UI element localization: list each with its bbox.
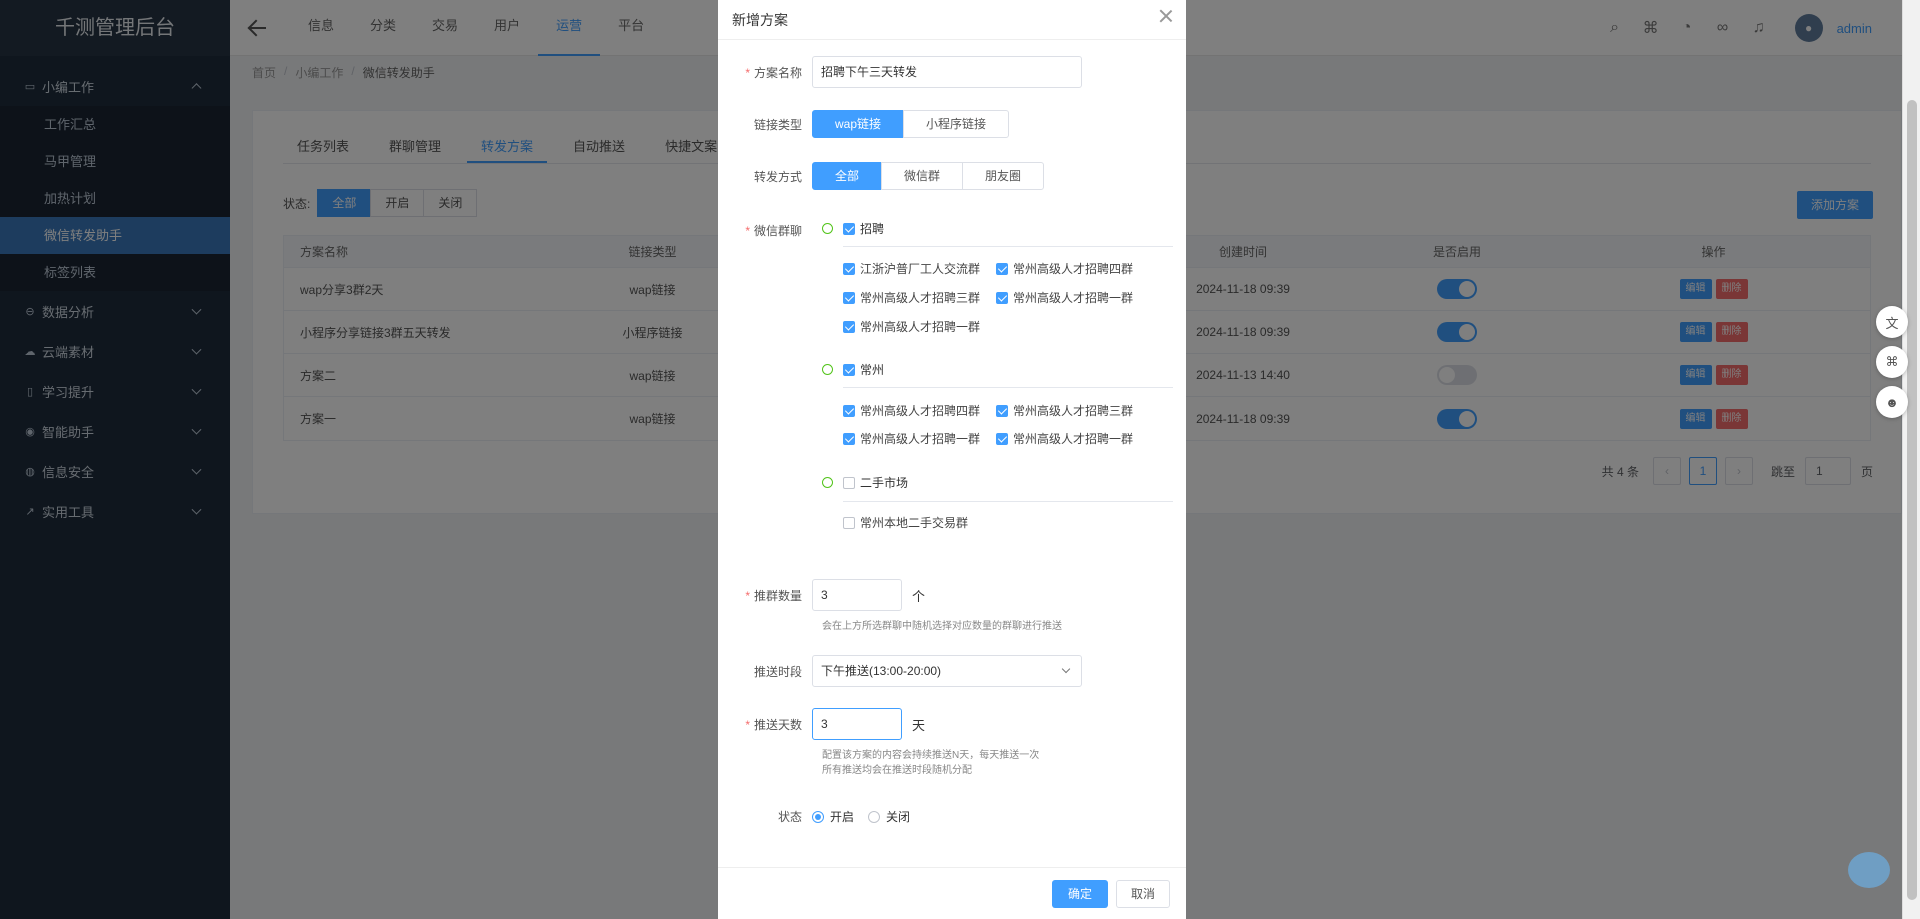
leaf-label: 常州高级人才招聘四群 — [1013, 262, 1134, 276]
status-label: 状态 — [777, 810, 802, 824]
link-type-wap[interactable]: wap链接 — [812, 110, 905, 138]
push-days-input[interactable]: 3 — [812, 708, 902, 740]
leaf-checkbox[interactable] — [843, 320, 855, 333]
link-type-miniprogram[interactable]: 小程序链接 — [903, 110, 1010, 138]
plan-name-label: * 方案名称 — [745, 65, 802, 80]
push-days-unit: 天 — [912, 717, 926, 733]
confirm-button[interactable]: 确定 — [1051, 880, 1108, 908]
forward-mode-label: 转发方式 — [753, 169, 802, 184]
tree-leaf[interactable]: 常州高级人才招聘四群 — [996, 260, 1133, 277]
push-period-row: 推送时段 下午推送(13:00-20:00) — [718, 655, 1082, 687]
add-plan-dialog: 新增方案 * 方案名称 招聘下午三天转发 链接类型 wap链接 小程序链接 转发方… — [718, 0, 1186, 919]
tree-checkbox[interactable] — [843, 222, 855, 235]
leaf-checkbox[interactable] — [843, 262, 855, 275]
link-type-label: 链接类型 — [753, 117, 802, 132]
groups-label: * 微信群聊 — [745, 224, 802, 238]
tree-leaf[interactable]: 常州高级人才招聘一群 — [996, 289, 1133, 306]
floating-tools: 文 ⌘ ☻ — [1876, 306, 1912, 426]
tree-divider — [843, 246, 1173, 247]
leaf-label: 常州高级人才招聘三群 — [860, 291, 981, 305]
leaf-label: 常州本地二手交易群 — [860, 516, 969, 530]
push-days-hint: 配置该方案的内容会持续推送N天，每天推送一次 所有推送均会在推送时段随机分配 — [822, 748, 1039, 778]
status-off-radio[interactable] — [868, 810, 881, 823]
tree-leaf[interactable]: 常州高级人才招聘四群 — [843, 402, 980, 419]
status-on-radio[interactable] — [812, 810, 824, 823]
command-icon[interactable]: ⌘ — [1876, 346, 1908, 378]
leaf-checkbox[interactable] — [996, 262, 1008, 275]
tree-node-recruit[interactable]: 招聘 — [822, 220, 884, 237]
push-days-hint-line2: 所有推送均会在推送时段随机分配 — [822, 765, 972, 776]
tree-leaf[interactable]: 常州高级人才招聘三群 — [843, 289, 980, 306]
push-count-hint: 会在上方所选群聊中随机选择对应数量的群聊进行推送 — [822, 621, 1062, 632]
leaf-label: 常州高级人才招聘四群 — [860, 404, 981, 418]
tree-node-dot — [822, 364, 833, 375]
leaf-checkbox[interactable] — [996, 404, 1008, 417]
leaf-label: 常州高级人才招聘一群 — [1013, 432, 1134, 446]
push-count-input[interactable]: 3 — [812, 579, 902, 611]
tree-leaf[interactable]: 江浙沪普厂工人交流群 — [843, 260, 980, 277]
page-scrollbar[interactable] — [1902, 0, 1920, 919]
tree-divider — [843, 501, 1173, 502]
leaf-checkbox[interactable] — [843, 516, 855, 529]
forward-mode-group: 全部 微信群 朋友圈 — [812, 162, 1045, 190]
forward-mode-all[interactable]: 全部 — [812, 162, 883, 190]
forward-mode-wechat-group[interactable]: 微信群 — [881, 162, 964, 190]
tree-node-label: 二手市场 — [860, 476, 909, 490]
push-days-label: * 推送天数 — [745, 717, 802, 732]
leaf-checkbox[interactable] — [996, 432, 1008, 445]
status-off-label[interactable]: 关闭 — [886, 808, 910, 825]
tree-node-second-hand[interactable]: 二手市场 — [822, 474, 908, 491]
push-count-label: * 推群数量 — [745, 588, 802, 603]
chevron-down-icon — [1061, 664, 1071, 674]
push-period-value: 下午推送(13:00-20:00) — [821, 664, 942, 678]
push-period-select[interactable]: 下午推送(13:00-20:00) — [812, 655, 1082, 687]
forward-mode-row: 转发方式 全部 微信群 朋友圈 — [718, 162, 1045, 190]
tree-node-label: 招聘 — [860, 222, 885, 236]
status-radio-group: 开启 关闭 — [812, 808, 910, 825]
tree-checkbox[interactable] — [843, 476, 855, 489]
push-count-unit: 个 — [912, 588, 926, 604]
status-row: 状态 开启 关闭 — [718, 808, 910, 825]
tree-node-label: 常州 — [860, 363, 885, 377]
cancel-button[interactable]: 取消 — [1115, 880, 1170, 908]
dialog-footer: 确定 取消 — [718, 867, 1186, 919]
plan-name-input[interactable]: 招聘下午三天转发 — [812, 56, 1082, 88]
leaf-label: 常州高级人才招聘三群 — [1013, 404, 1134, 418]
dialog-title: 新增方案 — [732, 11, 788, 28]
robot-helper-icon[interactable] — [1848, 852, 1890, 888]
tree-checkbox[interactable] — [843, 363, 855, 376]
dialog-header: 新增方案 — [718, 0, 1186, 40]
tree-node-changzhou[interactable]: 常州 — [822, 361, 884, 378]
scrollbar-thumb[interactable] — [1907, 100, 1917, 900]
translate-icon[interactable]: 文 — [1876, 306, 1908, 338]
close-icon[interactable] — [1158, 8, 1174, 24]
push-days-row: * 推送天数 3 天 — [718, 708, 925, 740]
forward-mode-moments[interactable]: 朋友圈 — [962, 162, 1045, 190]
leaf-label: 江浙沪普厂工人交流群 — [860, 262, 981, 276]
leaf-checkbox[interactable] — [843, 432, 855, 445]
leaf-checkbox[interactable] — [996, 291, 1008, 304]
groups-row: * 微信群聊 — [718, 222, 812, 239]
tree-node-dot — [822, 223, 833, 234]
tree-leaf[interactable]: 常州高级人才招聘三群 — [996, 402, 1133, 419]
leaf-checkbox[interactable] — [843, 404, 855, 417]
status-on-label[interactable]: 开启 — [830, 808, 854, 825]
push-period-label: 推送时段 — [753, 664, 802, 679]
tree-leaf[interactable]: 常州本地二手交易群 — [843, 514, 968, 531]
tree-node-dot — [822, 477, 833, 488]
assistant-icon[interactable]: ☻ — [1876, 386, 1908, 418]
leaf-label: 常州高级人才招聘一群 — [860, 320, 981, 334]
leaf-label: 常州高级人才招聘一群 — [860, 432, 981, 446]
tree-leaf[interactable]: 常州高级人才招聘一群 — [843, 318, 980, 335]
tree-leaf[interactable]: 常州高级人才招聘一群 — [996, 430, 1133, 447]
leaf-label: 常州高级人才招聘一群 — [1013, 291, 1134, 305]
plan-name-row: * 方案名称 招聘下午三天转发 — [718, 56, 1082, 88]
push-days-hint-line1: 配置该方案的内容会持续推送N天，每天推送一次 — [822, 750, 1040, 761]
link-type-row: 链接类型 wap链接 小程序链接 — [718, 110, 1010, 138]
leaf-checkbox[interactable] — [843, 291, 855, 304]
link-type-group: wap链接 小程序链接 — [812, 110, 1010, 138]
tree-divider — [843, 387, 1173, 388]
tree-leaf[interactable]: 常州高级人才招聘一群 — [843, 430, 980, 447]
push-count-row: * 推群数量 3 个 — [718, 579, 925, 611]
